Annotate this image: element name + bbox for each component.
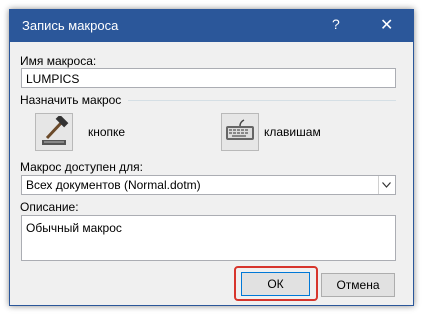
assign-macro-label: Назначить макрос [20,93,122,107]
cancel-button[interactable]: Отмена [321,273,395,297]
hammer-icon [42,116,69,145]
assign-to-keyboard-button[interactable] [221,113,259,151]
macro-available-label: Макрос доступен для: [20,160,144,174]
keyboard-icon [226,119,254,140]
description-textarea[interactable]: Обычный макрос [21,215,396,261]
chevron-down-icon[interactable] [378,176,395,194]
group-divider [128,100,396,101]
macro-name-label: Имя макроса: [20,54,97,68]
help-icon[interactable]: ? [332,16,340,32]
title-bar: Запись макроса ? ✕ [10,10,413,42]
ok-button[interactable]: ОК [241,272,310,296]
close-icon[interactable]: ✕ [380,15,393,35]
assign-to-keyboard-label: клавишам [264,125,321,139]
description-label: Описание: [20,200,79,214]
assign-to-button-label: кнопке [88,125,126,139]
macro-available-select[interactable]: Всех документов (Normal.dotm) [21,175,396,195]
assign-to-button-button[interactable] [35,113,73,151]
macro-name-input[interactable]: LUMPICS [21,68,396,88]
dialog-title: Запись макроса [22,18,119,33]
macro-available-value: Всех документов (Normal.dotm) [26,178,201,192]
record-macro-dialog: Запись макроса ? ✕ Имя макроса: LUMPICS … [9,9,414,306]
